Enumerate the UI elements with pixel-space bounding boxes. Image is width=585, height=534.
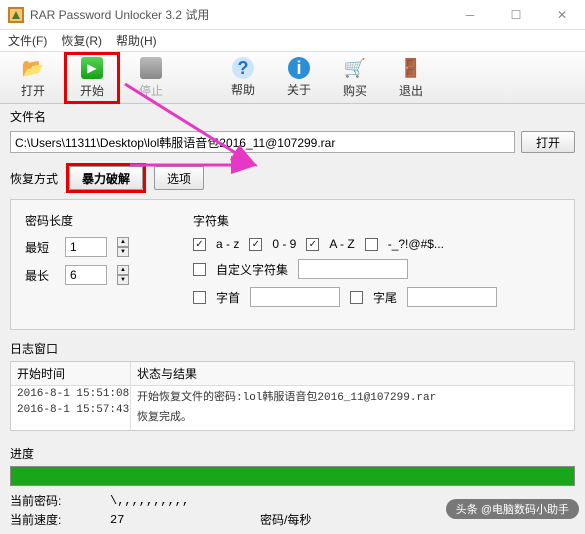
stop-button: 停止 (126, 55, 176, 101)
speed-unit: 密码/每秒 (260, 511, 311, 528)
max-input[interactable] (65, 265, 107, 285)
charset-label: 字符集 (193, 212, 560, 229)
tab-brute-force[interactable]: 暴力破解 (69, 166, 143, 190)
menu-file[interactable]: 文件(F) (8, 32, 47, 49)
close-button[interactable]: ✕ (539, 0, 585, 30)
progress-bar (10, 466, 575, 486)
help-button[interactable]: ? 帮助 (218, 55, 268, 101)
min-input[interactable] (65, 237, 107, 257)
cur-speed-label: 当前速度: (10, 511, 80, 528)
info-icon: i (288, 57, 310, 79)
chk-custom[interactable] (193, 263, 206, 276)
chk-prefix[interactable] (193, 291, 206, 304)
chk-az[interactable] (193, 238, 206, 251)
minimize-button[interactable]: ─ (447, 0, 493, 30)
help-icon: ? (232, 57, 254, 79)
suffix-input[interactable] (407, 287, 497, 307)
maximize-button[interactable]: ☐ (493, 0, 539, 30)
cur-speed-value: 27 (110, 513, 230, 527)
about-button[interactable]: i 关于 (274, 55, 324, 101)
log-time-header: 开始时间 (11, 362, 130, 386)
chk-special[interactable] (365, 238, 378, 251)
log-time-0: 2016-8-1 15:51:08 (11, 386, 130, 402)
folder-open-icon: 📂 (21, 56, 45, 80)
recovery-label: 恢复方式 (10, 170, 58, 187)
pwd-length-label: 密码长度 (25, 212, 165, 229)
progress-label: 进度 (10, 445, 575, 462)
start-button[interactable]: ▶ 开始 (67, 55, 117, 101)
log-panel: 开始时间 2016-8-1 15:51:08 2016-8-1 15:57:43… (10, 361, 575, 431)
brute-tab-highlight: 暴力破解 (66, 163, 146, 193)
settings-panel: 密码长度 最短 ▲▼ 最长 ▲▼ 字符集 a - z 0 - 9 A - Z (10, 199, 575, 330)
file-label: 文件名 (10, 108, 575, 125)
log-status-1: 恢复完成。 (131, 406, 574, 426)
chk-suffix[interactable] (350, 291, 363, 304)
toolbar: 📂 打开 ▶ 开始 停止 ? 帮助 i 关于 🛒 购买 🚪 退出 (0, 52, 585, 104)
window-title: RAR Password Unlocker 3.2 试用 (30, 6, 209, 23)
file-open-button[interactable]: 打开 (521, 131, 575, 153)
chk-AZ[interactable] (306, 238, 319, 251)
title-bar: RAR Password Unlocker 3.2 试用 ─ ☐ ✕ (0, 0, 585, 30)
max-spinner[interactable]: ▲▼ (117, 265, 129, 285)
menu-bar: 文件(F) 恢复(R) 帮助(H) (0, 30, 585, 52)
max-label: 最长 (25, 267, 55, 284)
file-path-input[interactable] (10, 131, 515, 153)
open-button[interactable]: 📂 打开 (8, 55, 58, 101)
cur-pwd-value: \,,,,,,,,,, (110, 494, 230, 508)
app-icon (8, 7, 24, 23)
prefix-input[interactable] (250, 287, 340, 307)
log-status-header: 状态与结果 (131, 362, 574, 386)
custom-charset-input[interactable] (298, 259, 408, 279)
cur-pwd-label: 当前密码: (10, 492, 80, 509)
menu-help[interactable]: 帮助(H) (116, 32, 157, 49)
log-status-0: 开始恢复文件的密码:lol韩服语音包2016_11@107299.rar (131, 386, 574, 406)
tab-options[interactable]: 选项 (154, 166, 204, 190)
start-highlight: ▶ 开始 (64, 52, 120, 104)
min-label: 最短 (25, 239, 55, 256)
log-time-1: 2016-8-1 15:57:43 (11, 402, 130, 418)
watermark: 头条 @电脑数码小助手 (446, 499, 579, 519)
min-spinner[interactable]: ▲▼ (117, 237, 129, 257)
exit-button[interactable]: 🚪 退出 (386, 55, 436, 101)
log-label: 日志窗口 (10, 340, 575, 357)
exit-icon: 🚪 (399, 56, 423, 80)
menu-recover[interactable]: 恢复(R) (61, 32, 102, 49)
buy-button[interactable]: 🛒 购买 (330, 55, 380, 101)
chk-09[interactable] (249, 238, 262, 251)
stop-icon (139, 56, 163, 80)
play-icon: ▶ (80, 56, 104, 80)
cart-icon: 🛒 (343, 56, 367, 80)
